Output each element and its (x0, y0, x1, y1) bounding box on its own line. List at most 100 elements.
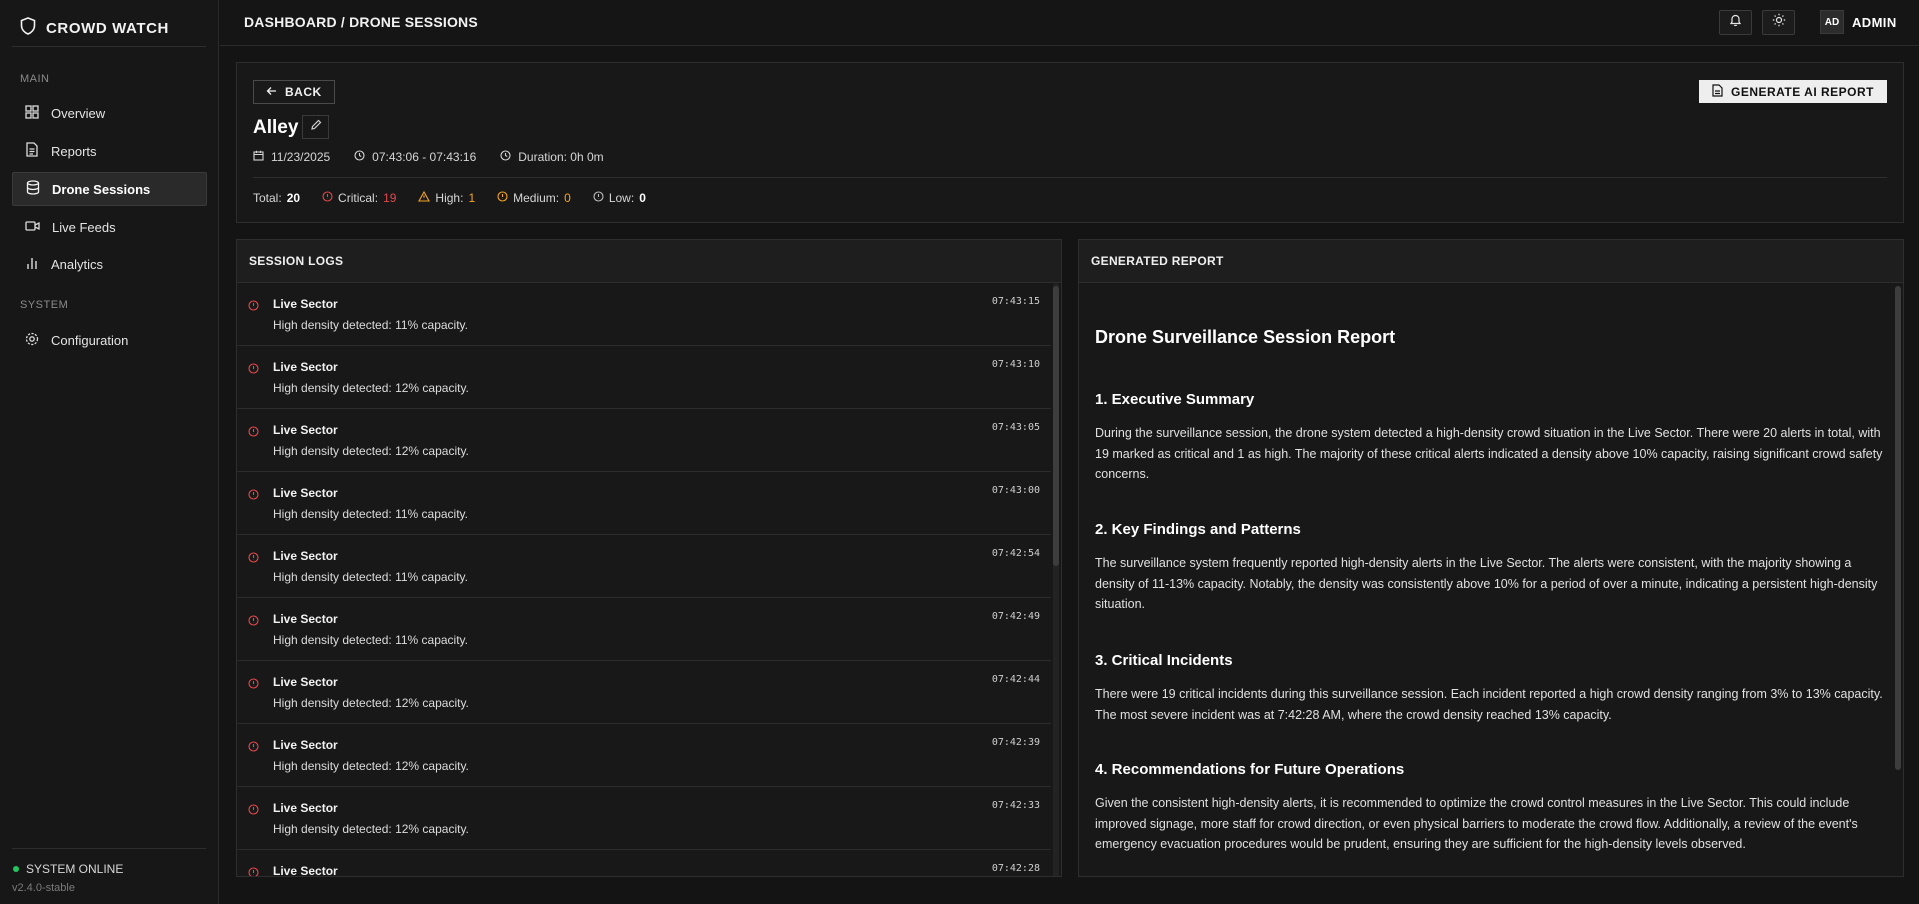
file-icon (1712, 83, 1723, 100)
count-value: 0 (639, 191, 646, 205)
database-icon (26, 180, 40, 198)
sidebar-item-configuration[interactable]: Configuration (12, 323, 207, 357)
generate-ai-report-button[interactable]: GENERATE AI REPORT (1698, 80, 1887, 103)
back-button[interactable]: BACK (253, 80, 335, 104)
report-heading: 3. Critical Incidents (1095, 652, 1233, 669)
divider (12, 848, 206, 849)
count-value: 0 (564, 191, 571, 205)
log-timestamp: 07:43:00 (991, 485, 1040, 496)
log-row[interactable]: Live Sector High density detected: 11% ca… (237, 598, 1051, 661)
log-timestamp: 07:42:54 (991, 548, 1040, 559)
grid-icon (25, 104, 39, 122)
log-timestamp: 07:43:15 (991, 296, 1040, 307)
report-heading: 1. Executive Summary (1095, 391, 1255, 408)
log-message: High density detected: 11% capacity. (273, 507, 468, 521)
report-paragraph: The surveillance system frequently repor… (1095, 556, 1878, 611)
sidebar-item-label: Drone Sessions (52, 181, 151, 197)
topbar: DASHBOARD / DRONE SESSIONS AD ADMIN (220, 0, 1919, 46)
report-body[interactable]: Drone Surveillance Session Report 1. Exe… (1079, 283, 1893, 876)
log-sector: Live Sector (273, 864, 338, 876)
log-row[interactable]: Live Sector High density detected: 12% ca… (237, 409, 1051, 472)
log-row[interactable]: Live Sector High density detected: 11% ca… (237, 283, 1051, 346)
info-circle-icon (593, 191, 604, 205)
log-sector: Live Sector (273, 423, 338, 437)
pencil-icon (310, 118, 322, 136)
count-label: Total: (253, 191, 282, 205)
user-name[interactable]: ADMIN (1852, 15, 1897, 30)
sidebar-item-label: Overview (51, 105, 106, 121)
system-status: SYSTEM ONLINE (13, 862, 123, 876)
log-sector: Live Sector (273, 801, 338, 815)
log-timestamp: 07:43:10 (991, 359, 1040, 370)
log-sector: Live Sector (273, 486, 338, 500)
log-row[interactable]: Live Sector High density detected: 11% ca… (237, 472, 1051, 535)
log-message: High density detected: 12% capacity. (273, 759, 469, 773)
divider (253, 177, 1887, 178)
theme-toggle-button[interactable] (1762, 10, 1795, 35)
count-label: High: (435, 191, 464, 205)
generated-report-panel: GENERATED REPORT Drone Surveillance Sess… (1078, 239, 1904, 877)
avatar[interactable]: AD (1820, 10, 1844, 34)
log-sector: Live Sector (273, 738, 338, 752)
log-row[interactable]: Live Sector 07:42:28 (237, 850, 1051, 876)
alert-circle-icon (248, 865, 259, 876)
report-title: Drone Surveillance Session Report (1095, 327, 1396, 347)
report-heading: 4. Recommendations for Future Operations (1095, 761, 1405, 778)
alert-circle-icon (322, 191, 333, 205)
count-value: 19 (383, 191, 397, 205)
log-list[interactable]: Live Sector High density detected: 11% ca… (237, 283, 1051, 876)
warning-triangle-icon (418, 190, 431, 205)
log-sector: Live Sector (273, 360, 338, 374)
sidebar-item-label: Configuration (51, 332, 129, 348)
gear-icon (25, 332, 39, 349)
log-message: High density detected: 11% capacity. (273, 318, 468, 332)
panel-title: SESSION LOGS (237, 240, 1061, 283)
generate-button-label: GENERATE AI REPORT (1730, 84, 1874, 99)
sidebar-item-reports[interactable]: Reports (12, 134, 207, 168)
bar-chart-icon (25, 256, 39, 273)
log-row[interactable]: Live Sector High density detected: 12% ca… (237, 724, 1051, 787)
log-timestamp: 07:42:28 (991, 863, 1040, 874)
breadcrumb: DASHBOARD / DRONE SESSIONS (244, 14, 478, 30)
sidebar-item-live-feeds[interactable]: Live Feeds (12, 210, 207, 244)
alert-circle-icon (248, 424, 259, 442)
alert-circle-icon (248, 739, 259, 757)
notifications-button[interactable] (1719, 10, 1752, 35)
session-duration: Duration: 0h 0m (500, 150, 604, 164)
log-row[interactable]: Live Sector High density detected: 12% ca… (237, 661, 1051, 724)
scrollbar-thumb[interactable] (1053, 286, 1059, 566)
arrow-left-icon (266, 85, 277, 99)
sun-icon (1772, 13, 1786, 32)
sidebar-item-overview[interactable]: Overview (12, 96, 207, 130)
clock-icon (354, 150, 365, 164)
log-row[interactable]: Live Sector High density detected: 11% ca… (237, 535, 1051, 598)
count-label: Critical: (338, 191, 379, 205)
count-medium: Medium: 0 (497, 191, 571, 205)
log-row[interactable]: Live Sector High density detected: 12% ca… (237, 787, 1051, 850)
report-heading: 2. Key Findings and Patterns (1095, 521, 1301, 538)
status-text: SYSTEM ONLINE (26, 862, 124, 876)
session-time-range: 07:43:06 - 07:43:16 (354, 150, 476, 164)
log-message: High density detected: 12% capacity. (273, 822, 469, 836)
session-meta: 11/23/2025 07:43:06 - 07:43:16 Duration:… (253, 150, 604, 164)
log-timestamp: 07:43:05 (991, 422, 1040, 433)
edit-title-button[interactable] (302, 115, 329, 139)
alert-circle-icon (248, 802, 259, 820)
sidebar-item-drone-sessions[interactable]: Drone Sessions (12, 172, 207, 206)
brand[interactable]: CROWD WATCH (20, 17, 169, 40)
sidebar-item-analytics[interactable]: Analytics (12, 247, 207, 281)
log-sector: Live Sector (273, 297, 338, 311)
count-low: Low: 0 (593, 191, 646, 205)
alert-circle-icon (248, 676, 259, 694)
status-dot-icon (13, 866, 19, 872)
count-total: Total: 20 (253, 191, 300, 205)
alert-circle-icon (248, 487, 259, 505)
date-text: 11/23/2025 (271, 150, 331, 164)
log-message: High density detected: 11% capacity. (273, 570, 468, 584)
count-value: 1 (468, 191, 476, 205)
log-row[interactable]: Live Sector High density detected: 12% ca… (237, 346, 1051, 409)
count-value: 20 (286, 191, 301, 205)
sidebar-item-label: Analytics (51, 256, 104, 272)
scrollbar-thumb[interactable] (1895, 286, 1901, 770)
log-message: High density detected: 12% capacity. (273, 696, 469, 710)
